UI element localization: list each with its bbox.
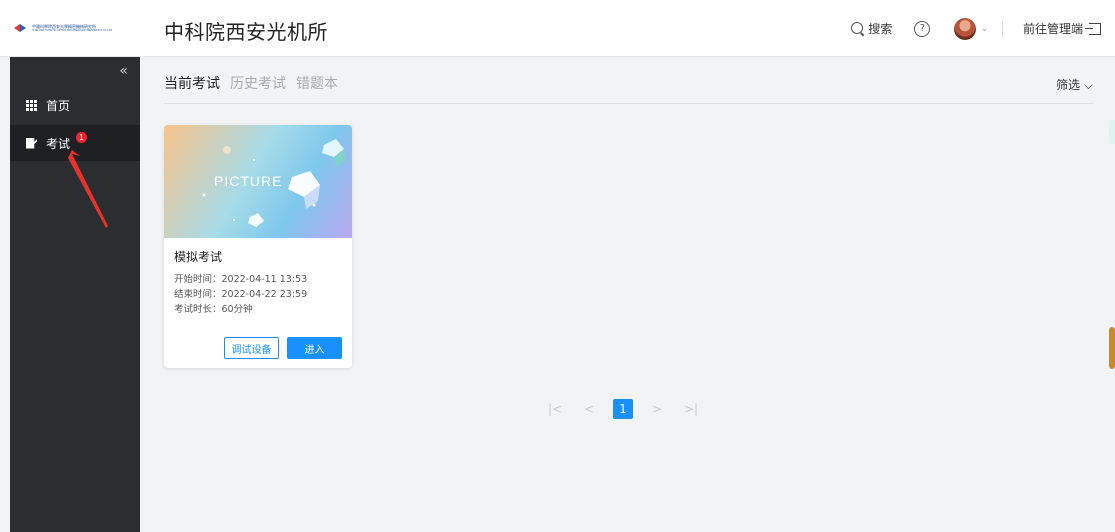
go-to-admin-link[interactable]: 前往管理端 <box>1023 20 1101 37</box>
institute-logo[interactable]: 中國科學院西安光學精密機械研究所 XI'AN INSTITUTE OF OPTI… <box>14 22 112 34</box>
search-button[interactable]: 搜索 <box>851 20 892 37</box>
app-title: 中科院西安光机所 <box>164 20 328 44</box>
avatar[interactable] <box>954 17 977 40</box>
current-page-button[interactable]: 1 <box>613 399 633 419</box>
exam-cover-image: PICTURE <box>164 125 352 238</box>
scroll-handle[interactable] <box>1109 327 1115 369</box>
logo-text-en: XI'AN INSTITUTE OF OPTICS AND PRECISION … <box>32 29 113 32</box>
edit-icon <box>26 137 37 149</box>
debug-device-button[interactable]: 调试设备 <box>224 337 279 359</box>
tab-history-exams[interactable]: 历史考试 <box>230 73 286 93</box>
exit-icon <box>1085 22 1101 35</box>
grid-icon <box>26 99 37 111</box>
side-hint-tab[interactable] <box>1109 120 1115 144</box>
sidebar-item-exam[interactable]: 考试 1 <box>10 125 140 161</box>
header-divider <box>1001 20 1003 37</box>
exam-tabs: 当前考试 历史考试 错题本 <box>164 73 338 93</box>
notification-badge: 1 <box>76 132 87 143</box>
prev-page-button[interactable]: < <box>579 399 599 419</box>
exam-duration: 考试时长：60分钟 <box>174 304 253 315</box>
pagination: |< < 1 > >| <box>545 399 701 419</box>
cover-text: PICTURE <box>214 173 283 189</box>
help-icon[interactable]: ? <box>914 20 931 37</box>
first-page-button[interactable]: |< <box>545 399 565 419</box>
top-header: 中國科學院西安光學精密機械研究所 XI'AN INSTITUTE OF OPTI… <box>0 0 1115 57</box>
tabs-divider <box>164 103 1093 104</box>
exam-card-body: 模拟考试 开始时间：2022-04-11 13:53 结束时间：2022-04-… <box>164 238 352 317</box>
tab-current-exams[interactable]: 当前考试 <box>164 73 220 93</box>
exam-actions: 调试设备 进入 <box>224 337 342 359</box>
sidebar-item-label: 考试 <box>46 136 71 151</box>
exam-card[interactable]: PICTURE 模拟考试 开始时间：2022-04-11 13:53 结束时间：… <box>164 125 352 368</box>
search-icon <box>851 21 865 36</box>
logo-icon <box>14 22 28 34</box>
collapse-sidebar-icon[interactable]: « <box>119 63 128 79</box>
search-label: 搜索 <box>868 22 893 36</box>
enter-exam-button[interactable]: 进入 <box>287 337 342 359</box>
sidebar-item-home[interactable]: 首页 <box>10 87 140 123</box>
exam-title: 模拟考试 <box>174 250 223 264</box>
admin-link-label: 前往管理端 <box>1022 22 1083 36</box>
sidebar-item-label: 首页 <box>46 98 71 113</box>
chevron-down-icon[interactable]: ⌄ <box>980 24 988 34</box>
last-page-button[interactable]: >| <box>681 399 701 419</box>
tab-wrong-questions[interactable]: 错题本 <box>296 73 338 93</box>
exam-start-time: 开始时间：2022-04-11 13:53 <box>174 274 308 285</box>
exam-end-time: 结束时间：2022-04-22 23:59 <box>174 289 308 300</box>
header-actions: 搜索 ? ⌄ 前往管理端 <box>851 0 1115 57</box>
next-page-button[interactable]: > <box>647 399 667 419</box>
sidebar: « 首页 考试 1 <box>10 57 140 532</box>
filter-dropdown[interactable]: 筛选 ⌵ <box>1056 76 1093 93</box>
